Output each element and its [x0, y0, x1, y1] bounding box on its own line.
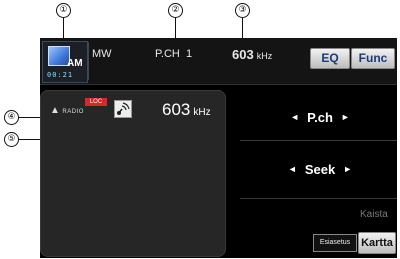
- radio-screen: AM 00:21 MW P.CH 1 603 kHz EQ Func ▲ RADIO…: [40, 38, 397, 258]
- divider: [88, 42, 89, 80]
- divider: [240, 140, 397, 141]
- signal-strength-icon: [114, 100, 132, 118]
- divider: [240, 198, 397, 199]
- preset-channel: P.CH 1: [155, 48, 193, 60]
- clock: 00:21: [47, 71, 74, 79]
- callout-3: ③: [235, 3, 250, 18]
- panel-frequency-value: 603: [162, 100, 191, 119]
- preset-list-button[interactable]: Esiasetus: [313, 234, 357, 252]
- preset-channel-button[interactable]: ◄ P.ch ►: [250, 100, 390, 134]
- status-frequency: 603 kHz: [232, 47, 272, 62]
- callout-2: ②: [168, 3, 183, 18]
- radio-logo-icon: ▲: [50, 105, 61, 116]
- status-bar: AM 00:21 MW P.CH 1 603 kHz EQ Func: [40, 38, 397, 85]
- band-name: MW: [92, 48, 112, 60]
- map-button[interactable]: Kartta: [358, 232, 396, 254]
- band-label: AM: [67, 58, 83, 69]
- panel-frequency: 603 kHz: [162, 100, 211, 120]
- band-indicator[interactable]: AM 00:21: [42, 41, 88, 83]
- left-arrow-icon[interactable]: ◄: [288, 164, 297, 174]
- callout-5: ⑤: [4, 132, 19, 147]
- seek-label: Seek: [304, 161, 336, 177]
- status-frequency-value: 603: [232, 47, 254, 62]
- radio-logo-text: RADIO: [62, 109, 84, 115]
- band-button[interactable]: Kaista: [360, 209, 388, 220]
- left-arrow-icon[interactable]: ◄: [290, 112, 299, 122]
- panel-frequency-unit: kHz: [193, 107, 211, 118]
- eq-button[interactable]: EQ: [310, 48, 350, 69]
- callout-1: ①: [56, 3, 71, 18]
- loc-indicator: LOC: [85, 98, 107, 106]
- right-arrow-icon[interactable]: ►: [341, 112, 350, 122]
- func-button[interactable]: Func: [351, 48, 395, 69]
- preset-channel-label: P.ch: [307, 109, 333, 125]
- seek-button[interactable]: ◄ Seek ►: [250, 152, 390, 186]
- status-frequency-unit: kHz: [256, 51, 273, 61]
- radio-logo: ▲ RADIO: [50, 105, 84, 116]
- right-arrow-icon[interactable]: ►: [343, 164, 352, 174]
- callout-4: ④: [4, 110, 19, 125]
